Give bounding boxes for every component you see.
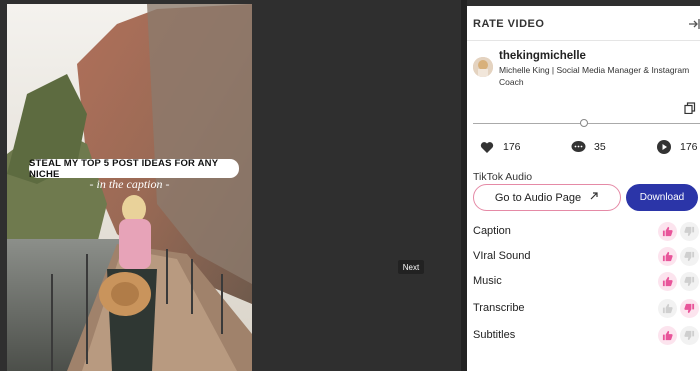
rating-row: Caption bbox=[473, 222, 700, 242]
user-bio: Michelle King | Social Media Manager & I… bbox=[499, 65, 690, 87]
rating-label: VIral Sound bbox=[473, 250, 531, 262]
thumbs-down-icon[interactable] bbox=[680, 222, 699, 241]
rating-label: Caption bbox=[473, 225, 511, 237]
username[interactable]: thekingmichelle bbox=[499, 50, 586, 62]
rating-row: Music bbox=[473, 272, 700, 292]
next-tooltip[interactable]: Next bbox=[398, 260, 424, 274]
thumbs-down-icon[interactable] bbox=[680, 299, 699, 318]
comments-count: 35 bbox=[594, 141, 606, 153]
rating-row: VIral Sound bbox=[473, 247, 700, 267]
rating-label: Subtitles bbox=[473, 329, 516, 341]
header-divider bbox=[467, 40, 700, 41]
comment-icon bbox=[570, 139, 586, 155]
video-progress-handle[interactable] bbox=[580, 119, 588, 127]
thumbs-down-icon[interactable] bbox=[680, 272, 699, 291]
thumbs-up-icon[interactable] bbox=[658, 247, 677, 266]
collapse-panel-icon[interactable] bbox=[686, 17, 700, 31]
audio-section-label: TikTok Audio bbox=[473, 171, 533, 183]
external-arrow-icon bbox=[589, 191, 599, 204]
rating-row: Transcribe bbox=[473, 299, 700, 319]
thumbs-down-icon[interactable] bbox=[680, 247, 699, 266]
video-overlay-subtitle: - in the caption - bbox=[89, 177, 170, 191]
panel-title: RATE VIDEO bbox=[473, 18, 545, 30]
go-to-audio-page-button[interactable]: Go to Audio Page bbox=[473, 184, 621, 211]
plays-count: 176 bbox=[680, 141, 698, 153]
left-gutter bbox=[0, 0, 7, 371]
audio-button-label: Go to Audio Page bbox=[494, 191, 582, 204]
rating-row: Subtitles bbox=[473, 326, 700, 346]
plays-stat: 176 bbox=[656, 139, 698, 155]
thumbs-up-icon[interactable] bbox=[658, 326, 677, 345]
thumbs-up-icon[interactable] bbox=[658, 299, 677, 318]
thumbs-up-icon[interactable] bbox=[658, 272, 677, 291]
heart-icon bbox=[479, 139, 495, 155]
rating-label: Transcribe bbox=[473, 302, 525, 314]
download-button[interactable]: Download bbox=[626, 184, 698, 211]
likes-stat: 176 bbox=[479, 139, 521, 155]
comments-stat: 35 bbox=[570, 139, 606, 155]
likes-count: 176 bbox=[503, 141, 521, 153]
thumbs-up-icon[interactable] bbox=[658, 222, 677, 241]
video-overlay-title: STEAL MY TOP 5 POST IDEAS FOR ANY NICHE bbox=[29, 158, 239, 180]
play-icon bbox=[656, 139, 672, 155]
copy-icon[interactable] bbox=[684, 101, 696, 115]
thumbs-down-icon[interactable] bbox=[680, 326, 699, 345]
avatar[interactable] bbox=[473, 57, 493, 77]
video-player[interactable]: STEAL MY TOP 5 POST IDEAS FOR ANY NICHE … bbox=[7, 4, 252, 371]
rating-label: Music bbox=[473, 275, 502, 287]
rate-video-panel: RATE VIDEO thekingmichelle Michelle King… bbox=[467, 6, 700, 371]
